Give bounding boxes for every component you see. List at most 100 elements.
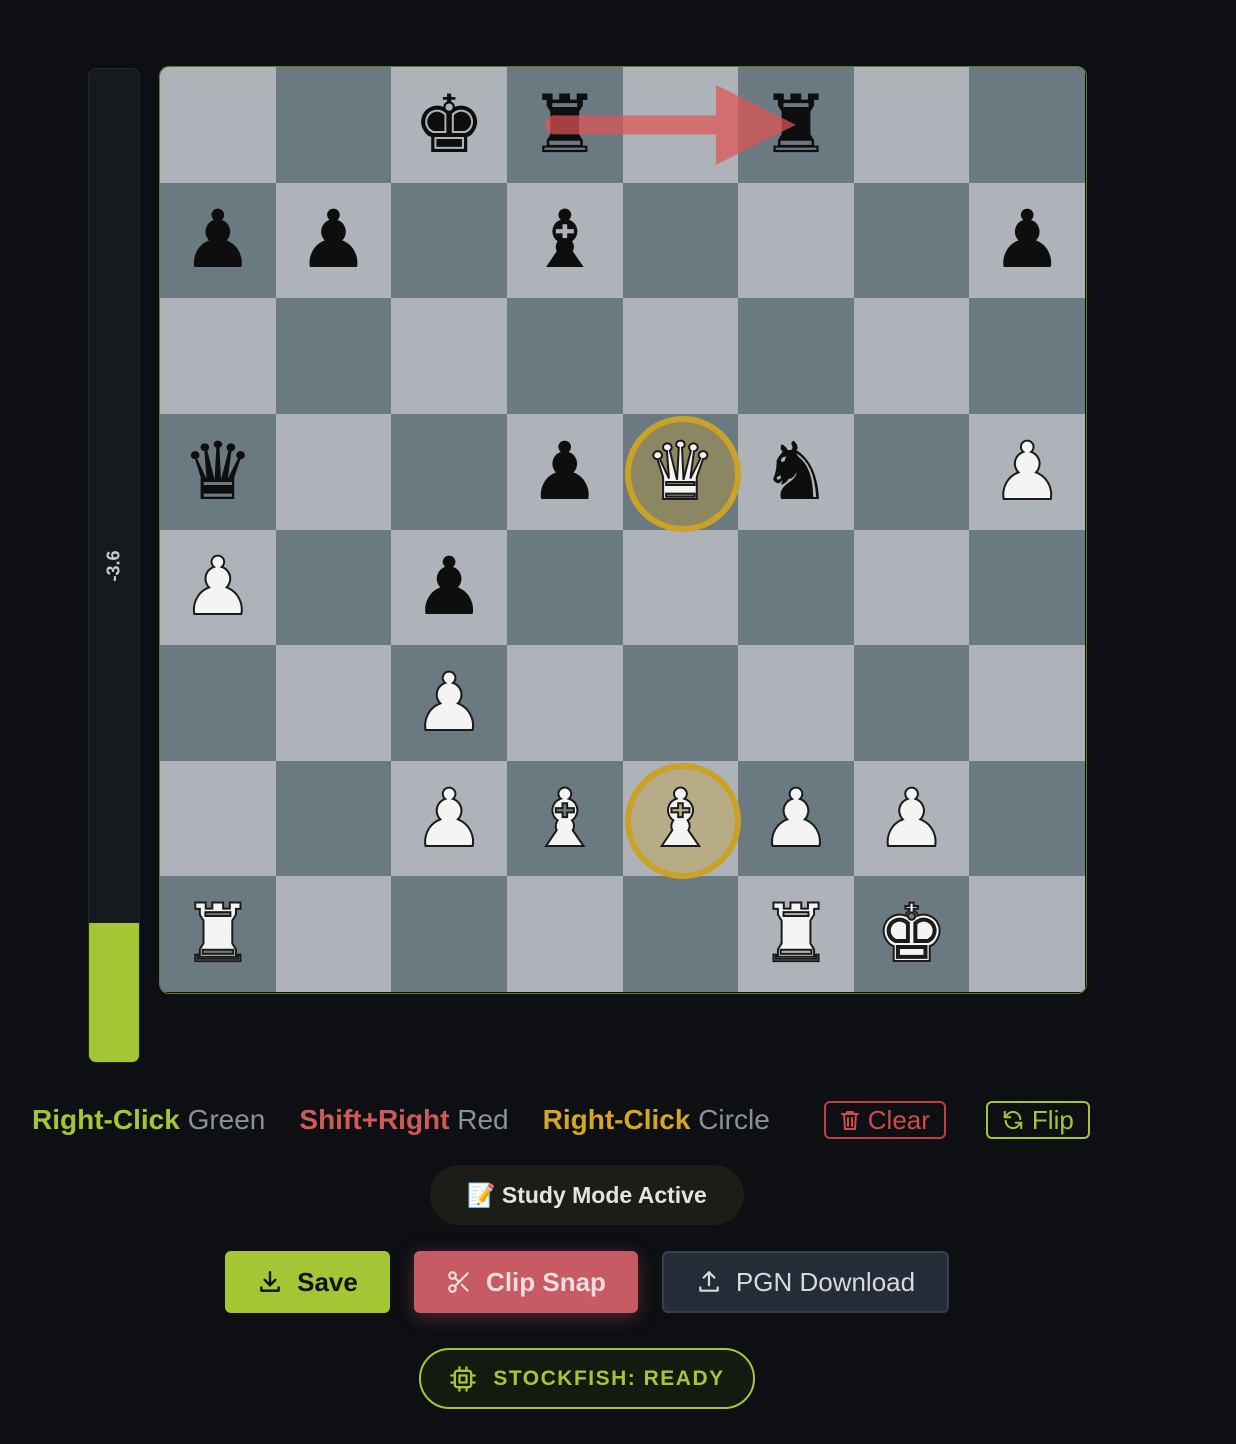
square-h8[interactable] [969,67,1085,183]
square-a7[interactable]: ♟ [160,182,276,299]
white-rook-icon[interactable]: ♜ [759,893,833,975]
square-d4[interactable] [506,529,623,646]
legend-green-arrow: Right-Click Green [32,1104,265,1136]
square-d1[interactable] [506,876,623,992]
white-bishop-icon[interactable]: ♝ [643,777,717,859]
black-rook-icon[interactable]: ♜ [529,84,601,165]
pgn-download-label: PGN Download [735,1266,916,1297]
square-b8[interactable] [275,67,392,183]
square-b6[interactable] [275,298,392,414]
square-f7[interactable] [738,182,854,299]
black-pawn-icon[interactable]: ♟ [529,431,601,512]
flip-button[interactable]: Flip [985,1101,1090,1139]
square-d2[interactable]: ♝ [506,760,623,877]
square-e5[interactable]: ♛ [622,413,741,532]
white-queen-icon[interactable]: ♛ [643,430,717,512]
square-d7[interactable]: ♝ [506,182,623,299]
square-d5[interactable]: ♟ [506,413,623,530]
save-button[interactable]: Save [225,1251,390,1313]
square-g6[interactable] [853,298,970,414]
square-c7[interactable] [391,182,507,299]
square-g3[interactable] [853,645,970,761]
square-c3[interactable]: ♟ [391,645,507,761]
white-pawn-icon[interactable]: ♟ [181,546,255,628]
square-h1[interactable] [969,876,1085,992]
square-g7[interactable] [853,182,970,299]
square-h5[interactable]: ♟ [969,413,1085,530]
black-queen-icon[interactable]: ♛ [182,431,254,512]
square-c1[interactable] [391,876,507,992]
square-e2[interactable]: ♝ [622,760,741,879]
square-g4[interactable] [853,529,970,646]
square-f8[interactable]: ♜ [738,67,854,183]
chess-board-frame: ♚ ♜ ♜ ♟ ♟ ♝ ♟ ♛ ♟ ♛ ♞ ♟ ♟ ♟ ♟ ♟ ♝ ♝ ♟ ♟ ♜ ♜ ♚ [159,66,1087,994]
square-e6[interactable] [622,298,739,414]
square-b5[interactable] [275,413,392,530]
square-f2[interactable]: ♟ [738,760,854,877]
white-pawn-icon[interactable]: ♟ [412,777,486,859]
legend-red-value: Red [457,1104,509,1135]
white-rook-icon[interactable]: ♜ [181,893,255,975]
square-g1[interactable]: ♚ [853,876,970,992]
square-a2[interactable] [160,760,276,877]
square-f6[interactable] [738,298,854,414]
clip-snap-button[interactable]: Clip Snap [414,1251,638,1313]
square-d3[interactable] [506,645,623,761]
square-g5[interactable] [853,413,970,530]
black-pawn-icon[interactable]: ♟ [298,200,370,280]
black-rook-icon[interactable]: ♜ [760,84,832,165]
square-a6[interactable] [160,298,276,414]
black-knight-icon[interactable]: ♞ [760,431,832,512]
square-b3[interactable] [275,645,392,761]
black-bishop-icon[interactable]: ♝ [529,200,601,280]
square-g2[interactable]: ♟ [853,760,970,877]
square-a8[interactable] [160,67,276,183]
square-b4[interactable] [275,529,392,646]
square-d8[interactable]: ♜ [506,67,623,183]
legend-circle-value: Circle [698,1104,770,1135]
annotation-legend: Right-Click Green Shift+Right Red Right-… [32,1098,1090,1142]
square-a1[interactable]: ♜ [160,876,276,992]
black-pawn-icon[interactable]: ♟ [413,547,485,627]
white-pawn-icon[interactable]: ♟ [990,430,1064,512]
square-c4[interactable]: ♟ [391,529,507,646]
white-king-icon[interactable]: ♚ [875,893,949,975]
white-pawn-icon[interactable]: ♟ [759,777,833,859]
square-b7[interactable]: ♟ [275,182,392,299]
square-e8[interactable] [622,67,739,183]
white-pawn-icon[interactable]: ♟ [875,777,949,859]
black-pawn-icon[interactable]: ♟ [991,200,1063,280]
chess-board[interactable]: ♚ ♜ ♜ ♟ ♟ ♝ ♟ ♛ ♟ ♛ ♞ ♟ ♟ ♟ ♟ ♟ ♝ ♝ ♟ ♟ ♜ ♜ ♚ [160,67,1085,992]
square-h7[interactable]: ♟ [969,182,1085,299]
square-c6[interactable] [391,298,507,414]
square-a4[interactable]: ♟ [160,529,276,646]
square-h3[interactable] [969,645,1085,761]
pgn-download-button[interactable]: PGN Download [662,1251,949,1313]
square-c2[interactable]: ♟ [391,760,507,877]
white-pawn-icon[interactable]: ♟ [412,661,486,743]
square-f3[interactable] [738,645,854,761]
white-bishop-icon[interactable]: ♝ [528,777,602,859]
square-e4[interactable] [622,529,739,646]
square-c8[interactable]: ♚ [391,67,507,183]
clear-button[interactable]: Clear [823,1101,946,1139]
square-b1[interactable] [275,876,392,992]
square-e1[interactable] [622,876,739,992]
square-a5[interactable]: ♛ [160,413,276,530]
square-h2[interactable] [969,760,1085,877]
square-f1[interactable]: ♜ [738,876,854,992]
legend-red-key: Shift+Right [299,1104,450,1135]
square-d6[interactable] [506,298,623,414]
square-a3[interactable] [160,645,276,761]
square-h6[interactable] [969,298,1085,414]
square-b2[interactable] [275,760,392,877]
square-e3[interactable] [622,645,739,761]
black-pawn-icon[interactable]: ♟ [182,200,254,280]
square-g8[interactable] [853,67,970,183]
square-h4[interactable] [969,529,1085,646]
square-f4[interactable] [738,529,854,646]
square-e7[interactable] [622,182,739,299]
black-king-icon[interactable]: ♚ [413,84,485,165]
square-f5[interactable]: ♞ [738,413,854,530]
square-c5[interactable] [391,413,507,530]
